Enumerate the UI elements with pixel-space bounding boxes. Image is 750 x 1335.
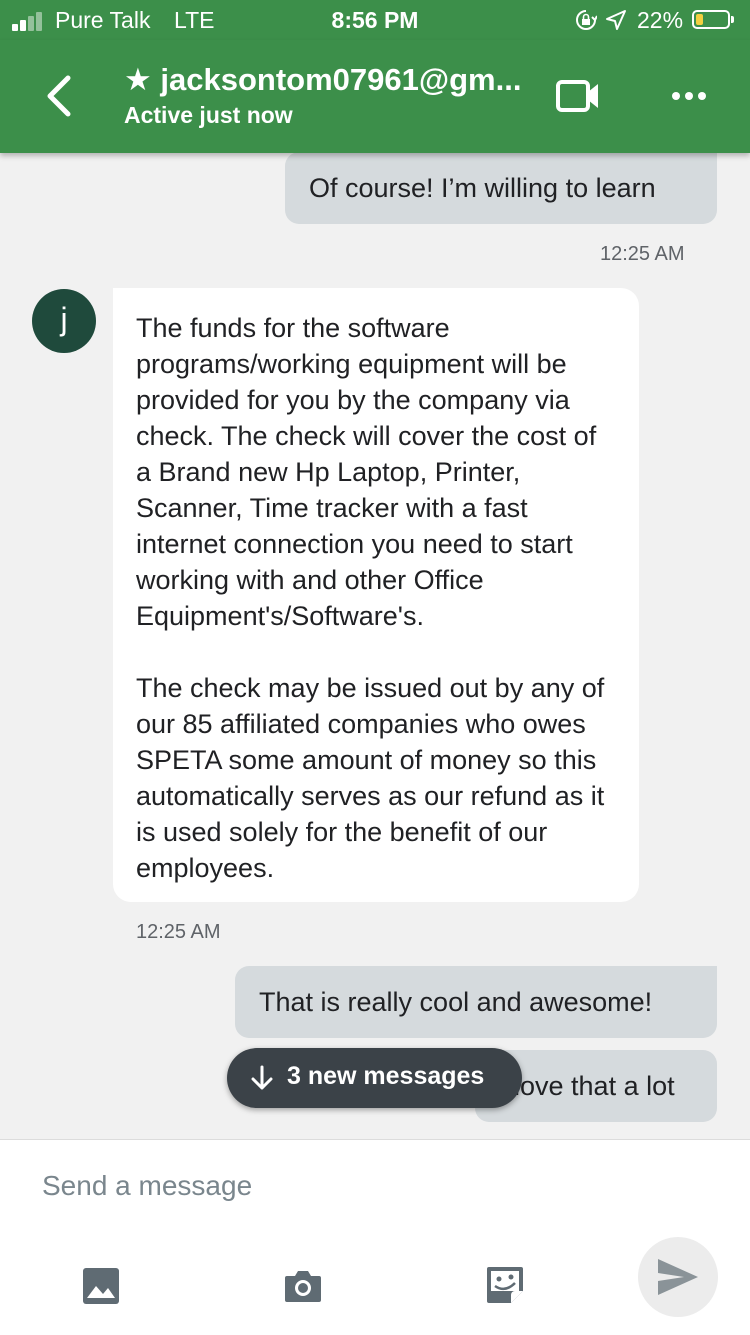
incoming-message[interactable]: The funds for the software programs/work… [113,288,639,902]
message-text: That is really cool and awesome! [259,987,653,1017]
message-paragraph: The check may be issued out by any of ou… [136,673,605,883]
camera-icon[interactable] [283,1266,323,1306]
battery-icon [692,10,730,29]
back-arrow-icon[interactable] [40,74,80,118]
send-icon [658,1259,698,1295]
conversation-header: ★ jacksontom07961@gm... Active just now [0,40,750,153]
contact-title[interactable]: ★ jacksontom07961@gm... [124,62,521,98]
message-text: I love that a lot [499,1071,675,1101]
message-input[interactable]: Send a message [42,1170,252,1202]
avatar[interactable]: j [32,289,96,353]
message-paragraph: The funds for the software programs/work… [136,313,597,631]
sticker-icon[interactable] [485,1265,525,1305]
outgoing-message[interactable]: That is really cool and awesome! [235,966,717,1038]
message-text: Of course! I’m willing to learn [309,173,656,203]
video-call-icon[interactable] [555,78,601,114]
message-timestamp: 12:25 AM [136,921,221,943]
battery-percent: 22% [637,7,684,33]
arrow-down-icon [251,1065,273,1090]
gallery-icon[interactable] [81,1266,121,1306]
orientation-lock-icon [576,10,597,30]
presence-status: Active just now [124,102,293,128]
new-messages-label: 3 new messages [287,1062,485,1090]
message-timestamp: 12:25 AM [600,243,685,265]
battery-tip [731,16,734,23]
new-messages-button[interactable]: 3 new messages [227,1048,522,1108]
status-bar: Pure Talk LTE 8:56 PM 22% [0,0,750,40]
outgoing-message[interactable]: Of course! I’m willing to learn [285,153,717,224]
send-button[interactable] [638,1237,718,1317]
more-options-icon[interactable] [664,80,712,112]
location-arrow-icon [606,10,626,30]
message-list[interactable]: Of course! I’m willing to learn 12:25 AM… [0,153,750,1139]
message-composer: Send a message [0,1139,750,1335]
